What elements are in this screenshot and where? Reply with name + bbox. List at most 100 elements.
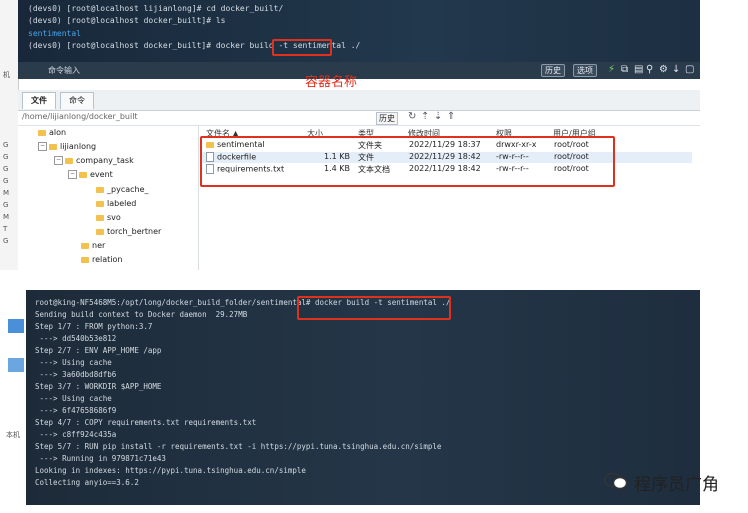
terminal-line: ---> 6f47658686f9: [35, 406, 117, 415]
directory-tree: alon − lijianlong − company_task − event _p…: [18, 126, 199, 270]
tree-item[interactable]: ner: [81, 241, 105, 250]
tree-item[interactable]: − company_task: [54, 156, 134, 165]
terminal-line: Sending build context to Docker daemon 2…: [35, 310, 248, 319]
terminal-line: Step 4/7 : COPY requirements.txt require…: [35, 418, 257, 427]
strip-label: G: [3, 153, 9, 161]
tree-item-label: relation: [92, 255, 123, 264]
strip-label: 本机: [6, 431, 20, 439]
tree-item-label: alon: [49, 128, 67, 137]
path-bar: /home/lijianlong/docker_built 历史 ↻ ⇡ ⇣ ⇑: [18, 111, 700, 126]
tree-item[interactable]: relation: [81, 255, 122, 264]
strip-label: M: [3, 189, 10, 197]
highlight-box: [200, 136, 615, 187]
tree-item-label: lijianlong: [60, 142, 97, 151]
folder-icon: [81, 242, 89, 249]
watermark-text: 程序员广角: [634, 475, 719, 495]
tree-item-label: company_task: [76, 156, 134, 165]
terminal-line: Step 5/7 : RUN pip install -r requiremen…: [35, 442, 442, 451]
tree-item[interactable]: torch_bertner: [96, 227, 161, 236]
strip-label: G: [3, 141, 9, 149]
search-icon[interactable]: ⚲: [646, 64, 653, 76]
refresh-icon[interactable]: ↻: [408, 111, 416, 122]
folder-icon: [65, 157, 73, 164]
folder-icon: [81, 256, 89, 263]
terminal-line: ---> Using cache: [35, 358, 112, 367]
tree-item-label: torch_bertner: [107, 227, 162, 236]
strip-label: G: [3, 165, 9, 173]
strip-label: G: [3, 177, 9, 185]
folder-icon: [96, 228, 104, 235]
terminal-line: Looking in indexes: https://pypi.tuna.ts…: [35, 466, 306, 475]
gear-icon[interactable]: ⚙: [659, 64, 668, 76]
collapse-icon[interactable]: −: [54, 156, 63, 165]
collapse-icon[interactable]: −: [38, 142, 47, 151]
terminal-line: (devs0) [root@localhost lijianlong]# cd …: [28, 4, 284, 13]
command-input[interactable]: 命令输入: [48, 65, 80, 76]
strip-label: T: [3, 225, 8, 233]
tree-item[interactable]: _pycache_: [96, 185, 149, 194]
tree-item[interactable]: labeled: [96, 199, 136, 208]
tree-item[interactable]: − lijianlong: [38, 142, 96, 151]
path-input[interactable]: /home/lijianlong/docker_built: [22, 112, 138, 121]
build-prefix: (devs0) [root@localhost docker_built]# d…: [28, 41, 293, 50]
terminal-line: Step 2/7 : ENV APP_HOME /app: [35, 346, 162, 355]
tree-item[interactable]: − event: [68, 170, 113, 179]
highlight-box: [297, 296, 451, 320]
highlight-box: [272, 39, 332, 56]
collapse-icon[interactable]: −: [68, 170, 77, 179]
sidebar-tile: [8, 319, 24, 333]
tree-item-label: svo: [107, 213, 121, 222]
tab-commands[interactable]: 命令: [60, 92, 94, 109]
folder-icon: [96, 186, 104, 193]
copy-icon[interactable]: ⧉: [621, 64, 628, 76]
strip-label: 机: [3, 71, 10, 79]
top-screenshot: 机 G G G G M G M T G (devs0) [root@localh…: [0, 0, 700, 270]
tab-bar: 文件 命令: [18, 90, 700, 111]
history-button[interactable]: 历史: [541, 64, 565, 77]
terminal-line: Step 1/7 : FROM python:3.7: [35, 322, 153, 331]
wechat-icon: [604, 472, 628, 490]
terminal-line: ---> 3a60dbd8dfb6: [35, 370, 117, 379]
annotation-container-name: 容器名称: [305, 75, 358, 90]
options-button[interactable]: 选项: [573, 64, 597, 77]
path-history-button[interactable]: 历史: [376, 112, 398, 125]
left-panel-strip: 机 G G G G M G M T G: [0, 0, 19, 270]
download-icon[interactable]: ↓: [672, 64, 680, 76]
terminal-line: ---> c8ff924c435a: [35, 430, 117, 439]
tree-item-label: event: [90, 170, 113, 179]
tree-item[interactable]: svo: [96, 213, 121, 222]
folder-icon: [38, 129, 46, 136]
tree-item-label: _pycache_: [107, 185, 149, 194]
tree-item-label: ner: [92, 241, 106, 250]
terminal-line: ---> Using cache: [35, 394, 112, 403]
folder-icon: [96, 200, 104, 207]
strip-label: M: [3, 213, 10, 221]
folder-icon: [49, 143, 57, 150]
sidebar-tile: [8, 358, 24, 372]
terminal-line: ---> Running in 979871c71e43: [35, 454, 166, 463]
upload-icon[interactable]: ⇡: [421, 111, 429, 122]
prompt: root@king-NF5468M5:/opt/long/docker_buil…: [35, 298, 315, 307]
terminal-line: Collecting anyio==3.6.2: [35, 478, 139, 487]
command-bar[interactable]: 命令输入 历史 选项 ⚡ ⧉ ▤ ⚲ ⚙ ↓ ▢: [18, 62, 700, 79]
terminal-line: Step 3/7 : WORKDIR $APP_HOME: [35, 382, 162, 391]
strip-label: G: [3, 201, 9, 209]
up-dir-icon[interactable]: ⇑: [447, 111, 455, 122]
download-icon[interactable]: ⇣: [434, 111, 442, 122]
tree-item[interactable]: alon: [38, 128, 66, 137]
terminal-output[interactable]: (devs0) [root@localhost lijianlong]# cd …: [18, 0, 700, 62]
terminal-output[interactable]: root@king-NF5468M5:/opt/long/docker_buil…: [26, 290, 700, 505]
strip-label: G: [3, 237, 9, 245]
folder-icon: [96, 214, 104, 221]
lightning-icon[interactable]: ⚡: [608, 64, 615, 76]
terminal-line: ---> dd540b53e812: [35, 334, 117, 343]
terminal-line-dir: sentimental: [28, 29, 81, 38]
window-icon[interactable]: ▢: [685, 64, 694, 76]
tab-files[interactable]: 文件: [22, 92, 56, 109]
clipboard-icon[interactable]: ▤: [634, 64, 643, 76]
build-suffix: ./: [345, 41, 361, 50]
terminal-line: (devs0) [root@localhost docker_built]# l…: [28, 16, 226, 25]
folder-icon: [79, 171, 87, 178]
tree-item-label: labeled: [107, 199, 137, 208]
left-panel-strip: 本机: [0, 290, 27, 505]
